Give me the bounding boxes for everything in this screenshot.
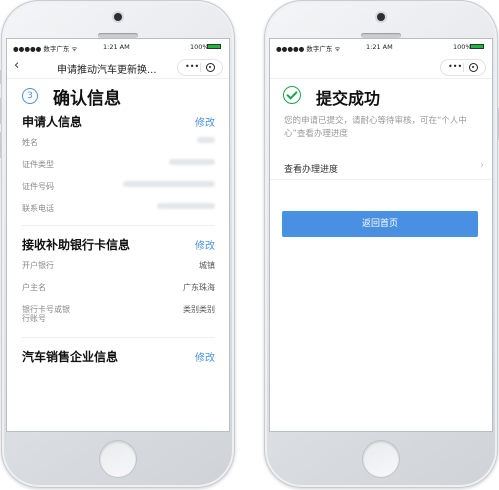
nav-bar: ‹ 申请推动汽车更新换... ••• [7, 54, 229, 79]
step-header: 3 确认信息 [7, 79, 229, 109]
close-target-icon[interactable] [469, 63, 478, 72]
info-row-account-holder: 户主名 广东珠海 [21, 276, 215, 298]
section-divider [21, 225, 215, 226]
nav-bar: ••• [270, 54, 492, 79]
section-dealer-info: 汽车销售企业信息 修改 [21, 344, 215, 366]
row-label: 姓名 [22, 138, 38, 147]
row-label: 证件号码 [22, 182, 54, 191]
battery-fill [208, 45, 220, 48]
info-row-id-type: 证件类型 [21, 153, 215, 175]
success-title: 提交成功 [316, 89, 381, 108]
status-time: 1:21 AM [103, 43, 130, 51]
info-row-name: 姓名 [21, 131, 215, 153]
battery-icon [207, 44, 221, 49]
home-button[interactable] [100, 441, 136, 477]
row-label: 联系电话 [22, 204, 54, 213]
edit-applicant-link[interactable]: 修改 [195, 114, 215, 129]
more-icon[interactable]: ••• [185, 62, 199, 71]
section-divider [21, 337, 215, 338]
row-value: 城镇 [199, 261, 215, 270]
section-header: 申请人信息 修改 [21, 109, 215, 131]
row-label: 行账号 [22, 314, 46, 323]
phone-frame-right: ●●●●● 数字广东 ᯤ 1:21 AM 100% ••• 提交成功 您的申请已… [264, 0, 499, 488]
capsule-divider [200, 63, 201, 72]
earpiece-speaker [361, 33, 401, 38]
info-row-card-number: 银行卡号或银 类别类别 [21, 298, 215, 314]
mini-program-capsule: ••• [177, 59, 223, 76]
return-home-button[interactable]: 返回首页 [282, 211, 478, 237]
row-value: 广东珠海 [183, 283, 215, 292]
section-header: 接收补助银行卡信息 修改 [21, 232, 215, 254]
step-title: 确认信息 [53, 89, 121, 109]
mini-program-capsule: ••• [440, 59, 486, 76]
capsule-divider [463, 63, 464, 72]
battery-fill [471, 45, 483, 48]
info-row-card-number-cont: 行账号 [21, 311, 215, 329]
row-label: 证件类型 [22, 160, 54, 169]
info-row-id-number: 证件号码 [21, 175, 215, 197]
redacted-value [123, 181, 215, 187]
info-row-bank: 开户银行 城镇 [21, 254, 215, 276]
status-time: 1:21 AM [366, 43, 393, 51]
edit-bank-card-link[interactable]: 修改 [195, 237, 215, 252]
volume-down-button [0, 132, 2, 158]
view-progress-link[interactable]: 查看办理进度 › [270, 155, 492, 180]
section-title: 申请人信息 [22, 115, 83, 129]
volume-up-button [0, 98, 2, 124]
step-number-badge: 3 [22, 88, 38, 104]
more-icon[interactable]: ••• [448, 62, 462, 71]
row-label: 开户银行 [22, 261, 54, 270]
battery-percentage: 100% [190, 43, 209, 51]
mute-switch [0, 70, 2, 84]
section-title: 汽车销售企业信息 [22, 350, 119, 364]
close-target-icon[interactable] [206, 63, 215, 72]
battery-percentage: 100% [453, 43, 472, 51]
carrier-signal: ●●●●● 数字广东 ᯤ [276, 45, 341, 53]
status-bar: ●●●●● 数字广东 ᯤ 1:21 AM 100% [7, 39, 229, 54]
success-description: 您的申请已提交，请耐心等待审核，可在“个人中心”查看办理进度 [284, 116, 467, 139]
success-header: 提交成功 [270, 79, 492, 111]
section-bank-card-info: 接收补助银行卡信息 修改 开户银行 城镇 户主名 广东珠海 银行卡号或银 类别类… [21, 232, 215, 329]
phone-frame-left: ●●●●● 数字广东 ᯤ 1:21 AM 100% ‹ 申请推动汽车更新换...… [0, 0, 235, 488]
screen-submit-success: ●●●●● 数字广东 ᯤ 1:21 AM 100% ••• 提交成功 您的申请已… [270, 39, 492, 431]
section-applicant-info: 申请人信息 修改 姓名 证件类型 证件号码 联系电话 [21, 109, 215, 219]
home-button[interactable] [363, 441, 399, 477]
screen-confirm-info: ●●●●● 数字广东 ᯤ 1:21 AM 100% ‹ 申请推动汽车更新换...… [7, 39, 229, 431]
info-row-phone: 联系电话 [21, 197, 215, 219]
redacted-value [157, 203, 215, 209]
edit-dealer-link[interactable]: 修改 [195, 349, 215, 364]
section-title: 接收补助银行卡信息 [22, 238, 131, 252]
row-label: 户主名 [22, 283, 46, 292]
page-title: 申请推动汽车更新换... [57, 65, 157, 76]
battery-icon [470, 44, 484, 49]
chevron-right-icon: › [480, 160, 484, 171]
carrier-signal: ●●●●● 数字广东 ᯤ [13, 45, 78, 53]
earpiece-speaker [98, 33, 138, 38]
view-progress-label: 查看办理进度 [284, 165, 339, 175]
front-camera [377, 13, 385, 21]
status-bar: ●●●●● 数字广东 ᯤ 1:21 AM 100% [270, 39, 492, 54]
redacted-value [169, 159, 215, 165]
check-circle-icon [283, 86, 301, 104]
section-header: 汽车销售企业信息 修改 [21, 344, 215, 366]
front-camera [114, 13, 122, 21]
chevron-left-icon[interactable]: ‹ [14, 58, 19, 73]
redacted-value [197, 137, 215, 143]
